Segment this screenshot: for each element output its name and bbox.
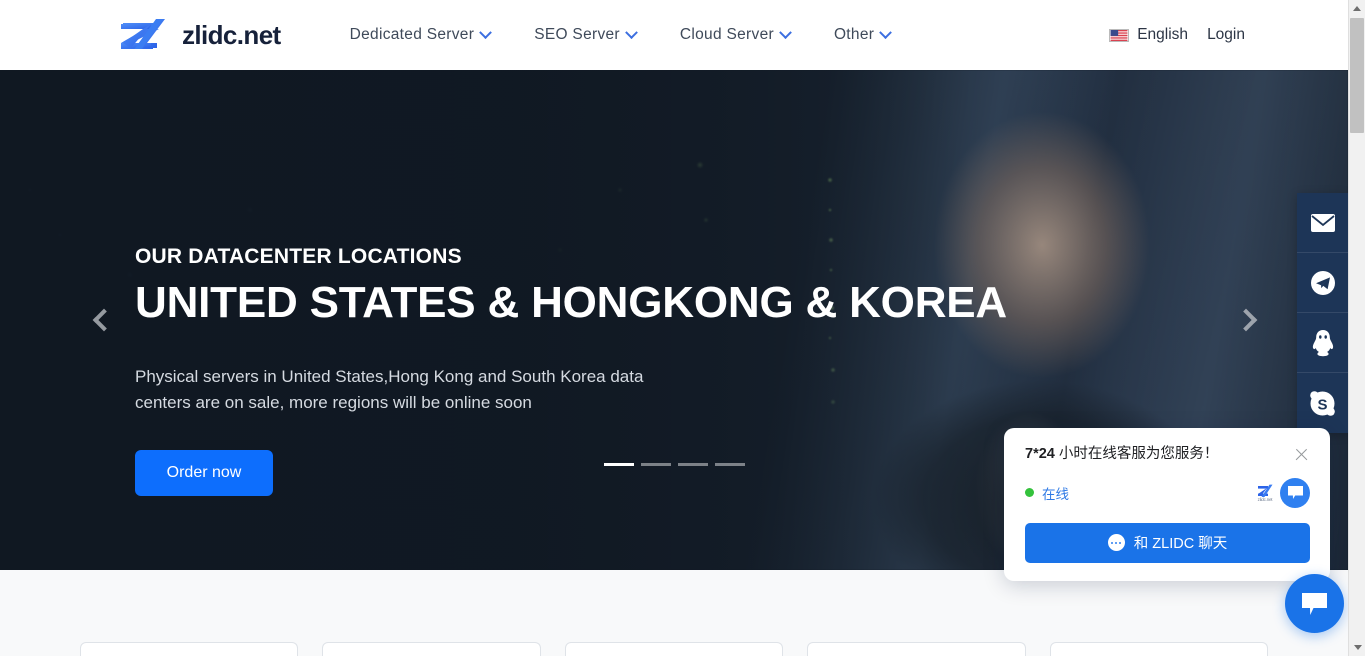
rail-item-skype[interactable]: S — [1297, 373, 1348, 433]
feature-card[interactable] — [80, 642, 299, 656]
order-now-button[interactable]: Order now — [135, 449, 273, 496]
hero-kicker: OUR DATACENTER LOCATIONS — [135, 245, 462, 268]
feature-card[interactable] — [322, 642, 541, 656]
chevron-down-icon — [479, 25, 493, 39]
online-status-label: 在线 — [1042, 486, 1069, 502]
chat-bubble-icon — [1302, 592, 1327, 615]
chat-widget-popup: 7*24 小时在线客服为您服务！ 在线 zlidc.net 和 ZLIDC 聊天 — [1004, 428, 1330, 581]
skype-icon: S — [1310, 390, 1335, 416]
zlidc-mini-logo-icon: zlidc.net — [1252, 481, 1278, 505]
rail-item-email[interactable] — [1297, 193, 1348, 253]
chevron-left-icon — [92, 308, 116, 332]
brand-name: zlidc.net — [182, 20, 281, 50]
hero-slide-content: OUR DATACENTER LOCATIONS UNITED STATES &… — [135, 245, 1007, 496]
chat-with-zlidc-label: 和 ZLIDC 聊天 — [1133, 536, 1228, 553]
zlidc-z-logo-icon — [119, 17, 175, 54]
close-icon[interactable] — [1293, 446, 1310, 463]
envelope-icon — [1310, 213, 1335, 232]
carousel-indicator-3[interactable] — [677, 463, 708, 466]
nav-item-label: SEO Server — [534, 26, 620, 43]
floating-chat-button[interactable] — [1285, 574, 1344, 633]
nav-item-seo-server[interactable]: SEO Server — [512, 25, 658, 44]
feature-card[interactable] — [564, 642, 784, 656]
chat-status-row: 在线 zlidc.net — [1025, 477, 1310, 508]
chevron-right-icon — [1234, 308, 1258, 332]
qq-penguin-icon — [1312, 329, 1333, 356]
social-contact-rail: S — [1297, 193, 1348, 433]
rail-item-telegram[interactable] — [1297, 253, 1348, 313]
agent-avatar[interactable] — [1280, 477, 1310, 508]
nav-item-label: Other — [833, 26, 875, 43]
hero-subtitle: Physical servers in United States,Hong K… — [135, 366, 644, 413]
feature-card[interactable] — [1049, 642, 1269, 656]
hero-title: UNITED STATES & HONGKONG & KOREA — [135, 278, 1007, 327]
main-navigation: Dedicated Server SEO Server Cloud Server… — [328, 25, 913, 44]
chat-popup-title: 7*24 小时在线客服为您服务！ — [1025, 445, 1293, 464]
carousel-next-button[interactable] — [1224, 296, 1272, 344]
chat-popup-title-rest: 小时在线客服为您服务！ — [1054, 446, 1219, 462]
nav-item-label: Cloud Server — [679, 26, 774, 43]
nav-item-other[interactable]: Other — [812, 25, 912, 44]
chat-popup-header: 7*24 小时在线客服为您服务！ — [1025, 445, 1310, 464]
rail-item-qq[interactable] — [1297, 313, 1348, 373]
nav-item-label: Dedicated Server — [349, 26, 475, 43]
us-flag-icon — [1109, 28, 1130, 42]
chat-with-zlidc-button[interactable]: 和 ZLIDC 聊天 — [1025, 522, 1310, 563]
site-header: zlidc.net Dedicated Server SEO Server Cl… — [0, 0, 1348, 70]
scrollbar-thumb[interactable] — [1350, 18, 1364, 133]
chat-bubble-icon — [1107, 534, 1125, 552]
login-link[interactable]: Login — [1207, 26, 1245, 44]
svg-text:S: S — [1317, 396, 1327, 413]
browser-page: zlidc.net Dedicated Server SEO Server Cl… — [0, 0, 1365, 656]
zlidc-mini-logo-sub: zlidc.net — [1257, 496, 1273, 502]
feature-card[interactable] — [807, 642, 1026, 656]
language-selector[interactable]: English — [1109, 26, 1188, 44]
triangle-up-icon — [1353, 6, 1361, 11]
triangle-down-icon — [1353, 645, 1362, 650]
header-right-actions: English Login — [1109, 26, 1348, 44]
below-fold-section — [0, 570, 1348, 656]
telegram-icon — [1310, 270, 1335, 295]
scrollbar-down-button[interactable] — [1349, 639, 1365, 656]
online-status-dot-icon — [1025, 488, 1034, 498]
browser-scrollbar[interactable] — [1348, 0, 1365, 656]
chevron-down-icon — [879, 25, 893, 39]
chat-popup-title-bold: 7*24 — [1025, 446, 1055, 462]
nav-item-dedicated-server[interactable]: Dedicated Server — [328, 25, 513, 44]
nav-item-cloud-server[interactable]: Cloud Server — [658, 25, 812, 44]
language-label: English — [1137, 26, 1189, 43]
agent-avatars: zlidc.net — [1252, 477, 1310, 508]
carousel-indicator-1[interactable] — [603, 463, 634, 466]
chat-bubble-icon — [1287, 486, 1303, 500]
chevron-down-icon — [625, 25, 638, 39]
scrollbar-up-button[interactable] — [1349, 0, 1365, 17]
brand-logo-link[interactable]: zlidc.net — [119, 17, 281, 54]
carousel-indicator-2[interactable] — [640, 463, 671, 466]
feature-card-strip — [0, 642, 1348, 656]
carousel-indicator-4[interactable] — [714, 463, 745, 466]
carousel-prev-button[interactable] — [78, 296, 126, 344]
chevron-down-icon — [779, 25, 792, 39]
